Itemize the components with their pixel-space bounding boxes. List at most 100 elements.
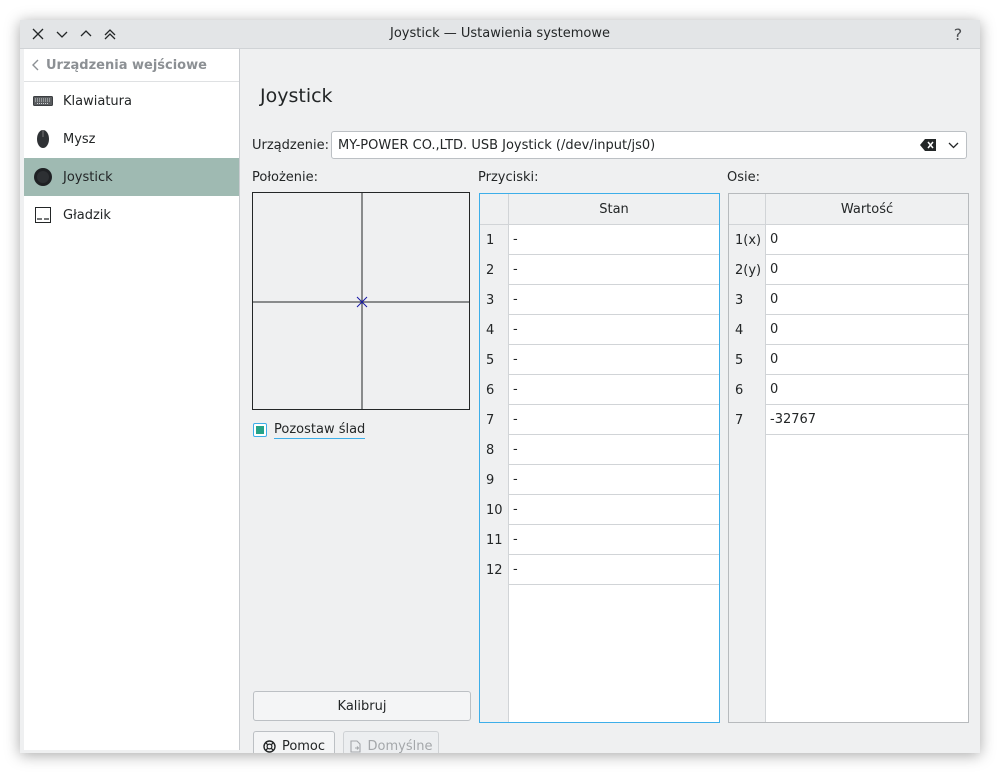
table-cell[interactable]: - [508,495,719,525]
row-header[interactable]: 4 [480,315,508,345]
table-cell[interactable]: 0 [765,225,968,255]
table-cell[interactable]: 0 [765,375,968,405]
sidebar-item-label: Klawiatura [63,93,132,109]
row-header[interactable]: 10 [480,495,508,525]
row-header-filler [480,584,509,722]
row-header-filler [729,434,766,722]
table-cell[interactable]: 0 [765,345,968,375]
row-header[interactable]: 3 [729,285,765,315]
clear-text-icon[interactable] [918,137,938,153]
table-cell[interactable]: - [508,435,719,465]
title-bar: Joystick — Ustawienia systemowe ? [20,20,980,49]
buttons-table-rows: 1-2-3-4-5-6-7-8-9-10-11-12- [480,225,719,585]
row-header[interactable]: 8 [480,435,508,465]
table-row[interactable]: 2(y) 0 [729,255,968,285]
sidebar: Urządzenia wejściowe Klawiatura Mysz Joy… [24,49,240,750]
row-header[interactable]: 2(y) [729,255,765,285]
table-row[interactable]: 40 [729,315,968,345]
lifebuoy-icon [263,739,276,753]
table-row[interactable]: 2- [480,255,719,285]
table-row[interactable]: 60 [729,375,968,405]
row-header[interactable]: 1(x) [729,225,765,255]
trail-label: Pozostaw ślad [274,421,366,439]
sidebar-item-keyboard[interactable]: Klawiatura [24,82,239,120]
buttons-label: Przyciski: [478,170,539,185]
axes-label: Osie: [727,170,760,185]
table-cell[interactable]: - [508,255,719,285]
table-cell[interactable]: - [508,345,719,375]
table-cell[interactable]: 0 [765,315,968,345]
table-row[interactable]: 8- [480,435,719,465]
axes-table[interactable]: Wartość 1(x) 0 2(y) 0 3 0 4 0 5 0 6 0 7 -32767 [728,193,969,723]
settings-window: Joystick — Ustawienia systemowe ? Urządz… [20,20,980,753]
table-cell[interactable]: - [508,375,719,405]
sidebar-item-mouse[interactable]: Mysz [24,120,239,158]
table-cell[interactable]: - [508,555,719,585]
table-row[interactable]: 4- [480,315,719,345]
table-row[interactable]: 3- [480,285,719,315]
table-row[interactable]: 1- [480,225,719,255]
row-header[interactable]: 9 [480,465,508,495]
checkbox-icon [253,423,267,437]
table-row[interactable]: 11- [480,525,719,555]
column-header-value[interactable]: Wartość [766,194,968,224]
sidebar-item-joystick[interactable]: Joystick [24,158,239,196]
column-header-state[interactable]: Stan [509,194,719,224]
row-header[interactable]: 4 [729,315,765,345]
table-row[interactable]: 7- [480,405,719,435]
position-label: Położenie: [252,170,319,185]
back-button[interactable]: Urządzenia wejściowe [24,49,239,82]
defaults-button[interactable]: Domyślne [343,731,439,753]
table-cell[interactable]: - [508,285,719,315]
help-icon[interactable]: ? [948,24,968,44]
table-cell[interactable]: -32767 [765,405,968,435]
row-header[interactable]: 7 [480,405,508,435]
table-row[interactable]: 6- [480,375,719,405]
table-cell[interactable]: 0 [765,255,968,285]
row-header[interactable]: 7 [729,405,765,435]
table-cell[interactable]: - [508,315,719,345]
table-row[interactable]: 50 [729,345,968,375]
table-row[interactable]: 7 -32767 [729,405,968,435]
device-select-value: MY-POWER CO.,LTD. USB Joystick (/dev/inp… [338,137,656,153]
table-row[interactable]: 5- [480,345,719,375]
table-row[interactable]: 1(x) 0 [729,225,968,255]
device-label: Urządzenie: [252,138,329,153]
calibrate-button[interactable]: Kalibruj [253,691,471,721]
sidebar-item-label: Joystick [63,169,113,185]
page-title: Joystick [260,85,333,107]
row-header[interactable]: 5 [480,345,508,375]
table-cell[interactable]: - [508,405,719,435]
trail-checkbox[interactable]: Pozostaw ślad [253,420,366,440]
table-cell[interactable]: - [508,525,719,555]
table-cell[interactable]: - [508,225,719,255]
back-label: Urządzenia wejściowe [46,57,207,73]
sidebar-item-label: Mysz [63,131,96,147]
row-header[interactable]: 12 [480,555,508,585]
row-header[interactable]: 5 [729,345,765,375]
table-row[interactable]: 12- [480,555,719,585]
row-header[interactable]: 11 [480,525,508,555]
row-header[interactable]: 1 [480,225,508,255]
help-button[interactable]: Pomoc [253,731,335,753]
axes-table-header: Wartość [729,194,968,225]
row-header[interactable]: 3 [480,285,508,315]
table-row[interactable]: 9- [480,465,719,495]
table-cell[interactable]: 0 [765,285,968,315]
row-header[interactable]: 2 [480,255,508,285]
row-header[interactable]: 6 [480,375,508,405]
buttons-table-header: Stan [480,194,719,225]
chevron-down-icon[interactable] [944,142,962,149]
table-row[interactable]: 30 [729,285,968,315]
keyboard-icon [33,91,53,111]
buttons-table[interactable]: Stan 1-2-3-4-5-6-7-8-9-10-11-12- [479,193,720,723]
sidebar-item-touchpad[interactable]: Gładzik [24,196,239,234]
table-cell[interactable]: - [508,465,719,495]
row-header[interactable]: 6 [729,375,765,405]
calibrate-button-label: Kalibruj [337,698,387,714]
chevron-left-icon [32,59,39,71]
table-row[interactable]: 10- [480,495,719,525]
mouse-icon [33,129,53,149]
device-select[interactable]: MY-POWER CO.,LTD. USB Joystick (/dev/inp… [331,131,967,159]
main-content: Joystick Urządzenie: MY-POWER CO.,LTD. U… [240,49,980,753]
